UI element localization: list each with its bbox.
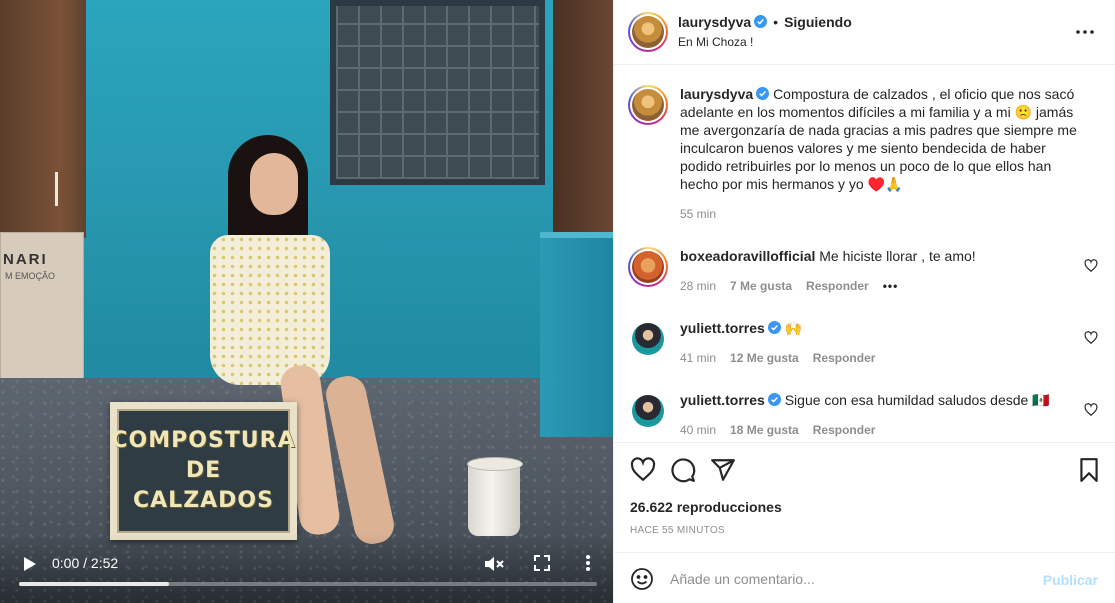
verified-badge-icon (754, 15, 768, 28)
like-comment-heart-icon[interactable] (1084, 403, 1098, 417)
legs (278, 363, 440, 555)
vertical-dots-icon[interactable] (580, 551, 596, 575)
shoe-repair-sign: COMPOSTURA DE CALZADOS (110, 402, 297, 540)
comment-composer: Publicar (614, 552, 1115, 603)
reply-button[interactable]: Responder (806, 279, 869, 293)
comment-text: 🙌 (784, 320, 803, 336)
post-time[interactable]: HACE 55 MINUTOS (630, 525, 725, 536)
comment-username[interactable]: yuliett.torres (680, 392, 765, 408)
play-icon[interactable] (18, 553, 40, 575)
cardboard-box: NARI M EMOÇÃO (0, 232, 84, 398)
separator-dot: • (773, 14, 779, 30)
header-user: laurysdyva • Siguiendo (678, 14, 852, 32)
caption-body: laurysdyva Compostura de calzados , el o… (680, 85, 1080, 223)
verified-badge-icon (756, 87, 770, 100)
video-controls: 0:00 / 2:52 (0, 533, 613, 603)
video-frame: NARI M EMOÇÃO COMPOSTURA DE CALZADOS (0, 0, 613, 603)
comment-body: yuliett.torres Sigue con esa humildad sa… (680, 391, 1080, 439)
comment-likes[interactable]: 18 Me gusta (730, 423, 799, 437)
door-handle (55, 172, 71, 206)
caption-username[interactable]: laurysdyva (680, 86, 753, 102)
caption-time[interactable]: 55 min (680, 207, 716, 221)
avatar[interactable] (628, 12, 668, 52)
box-brand-text: NARI (3, 251, 48, 268)
location-link[interactable]: En Mi Choza ! (678, 35, 753, 49)
video-player[interactable]: NARI M EMOÇÃO COMPOSTURA DE CALZADOS 0:0… (0, 0, 613, 603)
blue-pillar (540, 232, 613, 437)
following-button[interactable]: Siguiendo (784, 14, 852, 30)
post-sidebar: laurysdyva • Siguiendo En Mi Choza ! laury… (613, 0, 1115, 603)
comment-avatar[interactable] (628, 319, 668, 359)
comment-likes[interactable]: 12 Me gusta (730, 351, 799, 365)
view-count[interactable]: 26.622 reproducciones (630, 499, 782, 515)
comment-body: boxeadoravillofficial Me hiciste llorar … (680, 247, 1080, 295)
comment-text: Sigue con esa humildad saludos desde 🇲🇽 (784, 392, 1050, 408)
sign-board: COMPOSTURA DE CALZADOS (111, 409, 295, 533)
muted-speaker-icon[interactable] (482, 552, 506, 576)
video-progress-fill (19, 582, 170, 586)
emoji-icon[interactable] (630, 567, 654, 591)
like-comment-heart-icon[interactable] (1084, 331, 1098, 345)
caption-meta: 55 min (680, 205, 1080, 223)
fullscreen-icon[interactable] (532, 553, 552, 573)
post-comment-button[interactable]: Publicar (1043, 572, 1098, 588)
heart-icon[interactable] (630, 457, 656, 483)
verified-badge-icon (767, 321, 781, 334)
horizontal-dots-icon[interactable] (1075, 22, 1095, 42)
wooden-door-right (553, 0, 613, 240)
reply-button[interactable]: Responder (813, 423, 876, 437)
comment-meta: 28 min 7 Me gusta Responder ••• (680, 277, 1080, 295)
comment-meta: 41 min 12 Me gusta Responder (680, 349, 1080, 367)
comment-likes[interactable]: 7 Me gusta (730, 279, 792, 293)
bookmark-icon[interactable] (1076, 457, 1102, 483)
box-sub-text: M EMOÇÃO (5, 271, 56, 281)
verified-badge-icon (767, 393, 781, 406)
comment-time[interactable]: 28 min (680, 279, 716, 293)
like-comment-heart-icon[interactable] (1084, 259, 1098, 273)
comment-avatar[interactable] (628, 391, 668, 431)
post-actions: 26.622 reproducciones HACE 55 MINUTOS (614, 442, 1115, 552)
sign-line-2: DE (185, 458, 222, 483)
comment-options[interactable]: ••• (883, 279, 899, 293)
comment-icon[interactable] (670, 457, 696, 483)
video-time: 0:00 / 2:52 (52, 555, 119, 571)
share-icon[interactable] (710, 457, 736, 483)
comment-username[interactable]: yuliett.torres (680, 320, 765, 336)
comment-time[interactable]: 41 min (680, 351, 716, 365)
comment-meta: 40 min 18 Me gusta Responder (680, 421, 1080, 439)
comment-time[interactable]: 40 min (680, 423, 716, 437)
header-username[interactable]: laurysdyva (678, 14, 751, 30)
white-bucket (467, 457, 523, 536)
face (250, 153, 298, 215)
post-header: laurysdyva • Siguiendo En Mi Choza ! (614, 0, 1115, 65)
comment-input[interactable] (670, 566, 1030, 592)
wooden-door (0, 0, 86, 238)
sign-line-1: COMPOSTURA (111, 428, 296, 453)
comment-text: Me hiciste llorar , te amo! (819, 248, 976, 264)
video-progress-bar[interactable] (19, 582, 597, 586)
caption-avatar[interactable] (628, 85, 668, 125)
sign-line-3: CALZADOS (133, 488, 274, 513)
dress (210, 235, 330, 385)
comment-avatar[interactable] (628, 247, 668, 287)
reply-button[interactable]: Responder (813, 351, 876, 365)
comment-username[interactable]: boxeadoravillofficial (680, 248, 815, 264)
comment-body: yuliett.torres 🙌 41 min 12 Me gusta Respon… (680, 319, 1080, 367)
comments-list[interactable]: laurysdyva Compostura de calzados , el o… (614, 66, 1115, 441)
